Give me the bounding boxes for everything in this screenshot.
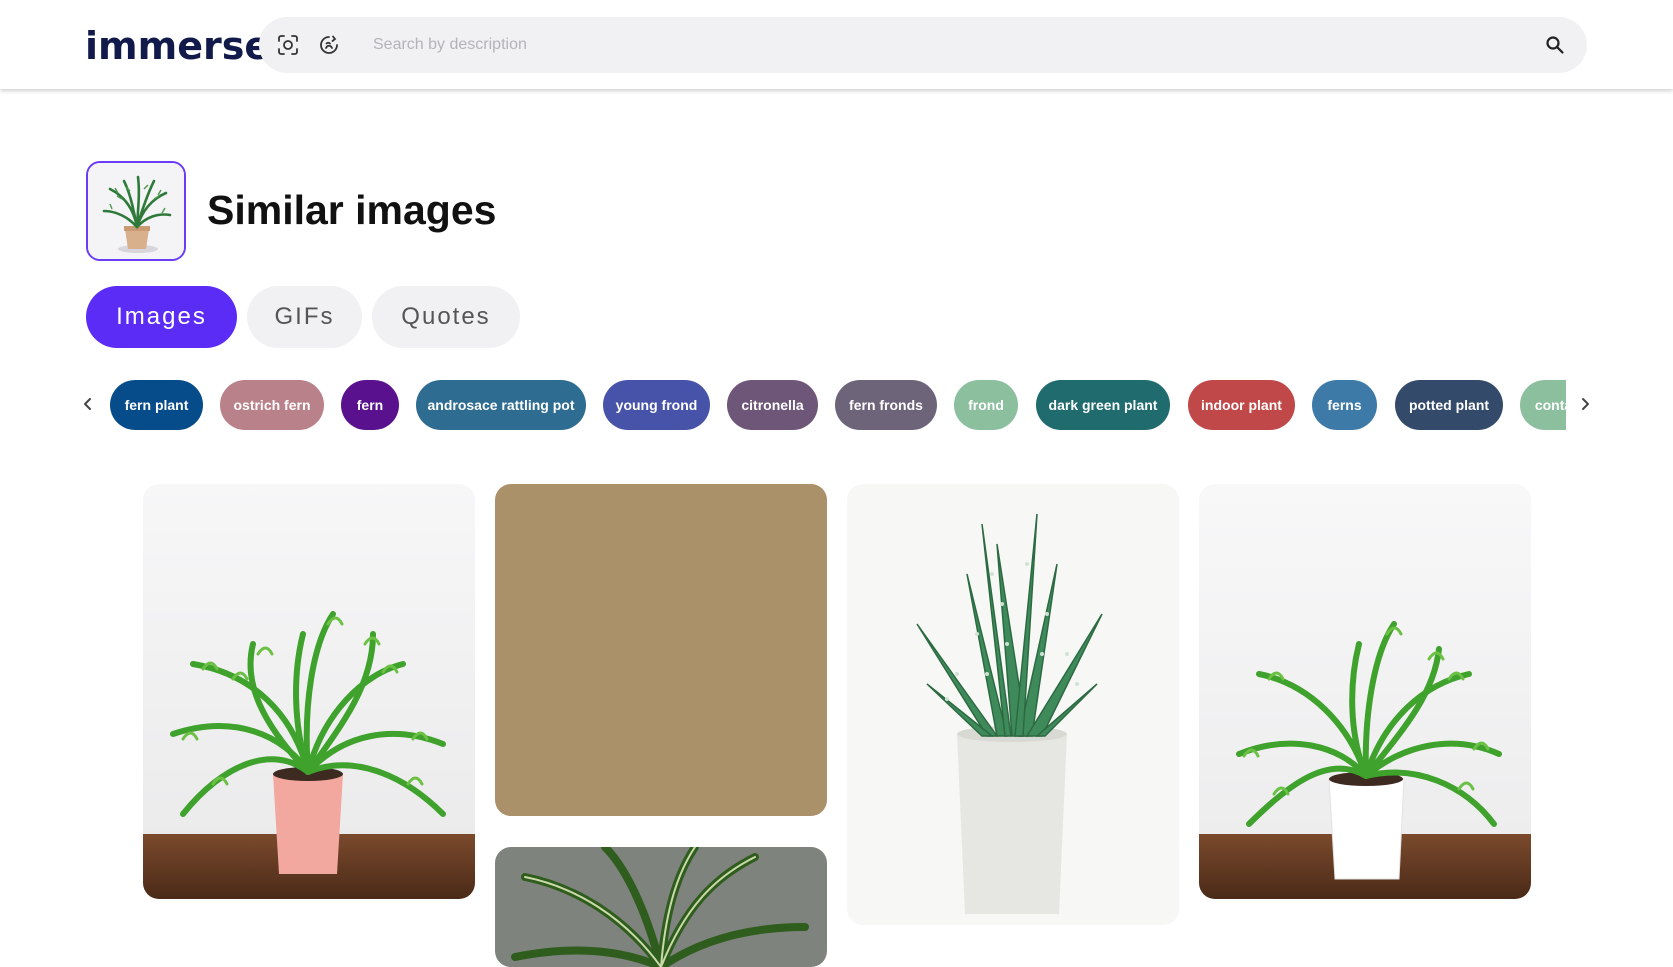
tab-gifs[interactable]: GIFs [247, 286, 362, 348]
tag-chip[interactable]: fern plant [110, 380, 203, 430]
page-title: Similar images [207, 187, 497, 233]
image-card-placeholder[interactable] [495, 484, 827, 816]
image-card[interactable] [143, 484, 475, 899]
tag-chip[interactable]: fern fronds [835, 380, 937, 430]
chevron-right-icon[interactable] [1575, 394, 1595, 414]
tab-quotes[interactable]: Quotes [372, 286, 520, 348]
tag-chip[interactable]: potted plant [1395, 380, 1503, 430]
tag-chip[interactable]: fern [341, 380, 399, 430]
tag-carousel: fern plant ostrich fern fern androsace r… [110, 380, 1566, 430]
image-card[interactable] [1199, 484, 1531, 899]
tab-images[interactable]: Images [86, 286, 237, 348]
search-input[interactable] [359, 17, 1469, 73]
tag-chip[interactable]: ostrich fern [220, 380, 324, 430]
mood-search-icon[interactable] [317, 33, 341, 57]
tag-chip[interactable]: indoor plant [1188, 380, 1295, 430]
tag-chip[interactable]: androsace rattling pot [416, 380, 586, 430]
chevron-left-icon[interactable] [78, 394, 98, 414]
tag-chip[interactable]: young frond [603, 380, 710, 430]
image-card[interactable] [495, 847, 827, 967]
image-card[interactable] [847, 484, 1179, 925]
search-bar [259, 17, 1587, 73]
top-header: immerse [0, 0, 1673, 89]
immerse-logo[interactable]: immerse [85, 24, 270, 68]
search-icon[interactable] [1543, 33, 1567, 57]
tag-chip[interactable]: citronella [727, 380, 818, 430]
tag-chip[interactable]: frond [954, 380, 1018, 430]
tag-chip[interactable]: container plant [1520, 380, 1566, 430]
tag-chip[interactable]: ferns [1312, 380, 1377, 430]
tag-chip[interactable]: dark green plant [1036, 380, 1170, 430]
visual-search-icon[interactable] [276, 33, 300, 57]
source-image-thumbnail[interactable] [86, 161, 186, 261]
